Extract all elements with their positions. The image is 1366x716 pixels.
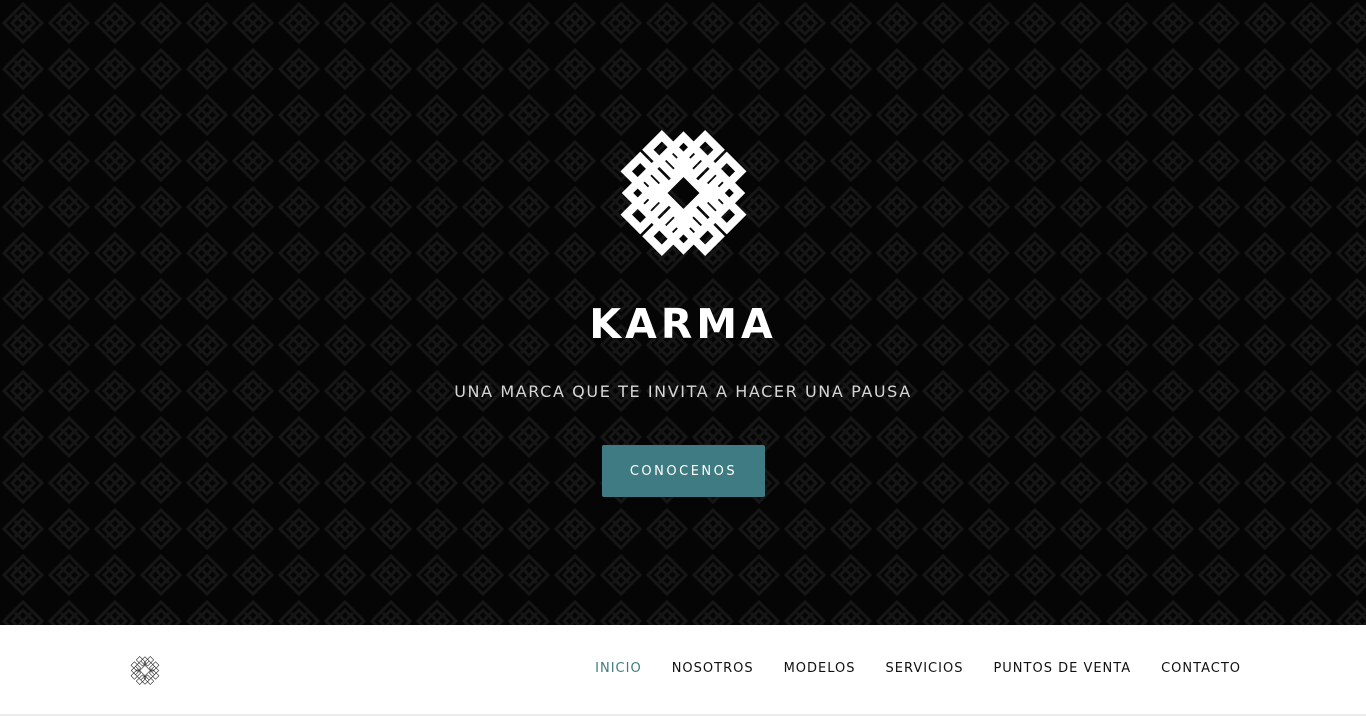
nav-item-puntos-de-venta[interactable]: PUNTOS DE VENTA bbox=[993, 659, 1131, 679]
main-navbar: INICIO NOSOTROS MODELOS SERVICIOS PUNTOS… bbox=[0, 625, 1366, 716]
nav-item-nosotros[interactable]: NOSOTROS bbox=[672, 659, 754, 679]
nav-item-contacto[interactable]: CONTACTO bbox=[1161, 659, 1241, 679]
nav-item-servicios[interactable]: SERVICIOS bbox=[886, 659, 964, 679]
endless-knot-icon[interactable] bbox=[126, 655, 164, 686]
nav-menu: INICIO NOSOTROS MODELOS SERVICIOS PUNTOS… bbox=[595, 659, 1241, 679]
nav-item-inicio[interactable]: INICIO bbox=[595, 659, 642, 679]
hero-section: KARMA UNA MARCA QUE TE INVITA A HACER UN… bbox=[0, 0, 1366, 625]
nav-item-modelos[interactable]: MODELOS bbox=[784, 659, 856, 679]
brand-title: KARMA bbox=[589, 300, 777, 348]
brand-tagline: UNA MARCA QUE TE INVITA A HACER UNA PAUS… bbox=[454, 382, 912, 401]
conocenos-button[interactable]: CONOCENOS bbox=[602, 445, 765, 497]
endless-knot-icon bbox=[620, 129, 747, 257]
